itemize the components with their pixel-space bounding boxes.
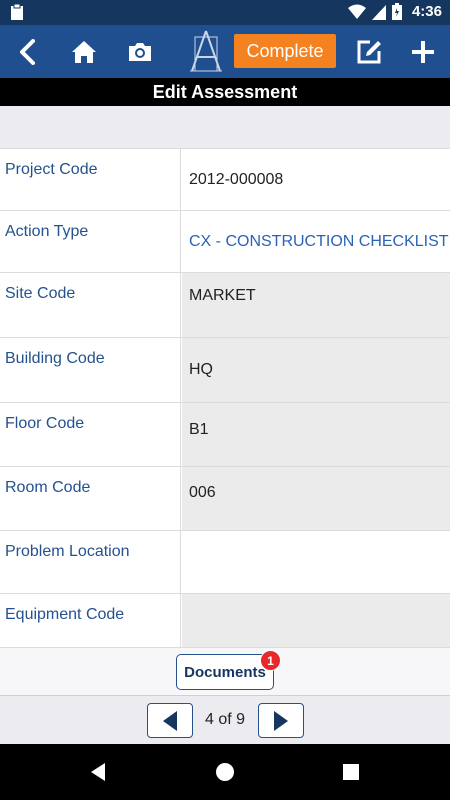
page-title: Edit Assessment: [0, 78, 450, 106]
app-logo: [186, 25, 226, 78]
triangle-right-icon: [274, 710, 288, 731]
field-label: Building Code: [0, 338, 181, 402]
nav-recents-icon: [343, 764, 359, 780]
back-button[interactable]: [8, 25, 48, 78]
nav-home-icon: [216, 763, 234, 781]
camera-icon: [129, 42, 151, 61]
next-page-button[interactable]: [258, 703, 304, 738]
previous-page-button[interactable]: [147, 703, 193, 738]
action-type-value[interactable]: CX - CONSTRUCTION CHECKLIST: [182, 211, 450, 272]
page-indicator: 4 of 9: [204, 711, 246, 728]
status-bar: 4:36: [0, 0, 450, 25]
documents-count-badge: 1: [260, 650, 281, 671]
triangle-left-icon: [163, 710, 177, 731]
site-code-value[interactable]: MARKET: [182, 273, 450, 337]
field-row-room-code: Room Code 006: [0, 467, 450, 531]
pager: 4 of 9: [0, 696, 450, 744]
problem-location-value[interactable]: [182, 531, 450, 593]
home-icon: [72, 40, 96, 63]
field-row-project-code: Project Code 2012-000008: [0, 149, 450, 211]
add-button[interactable]: [404, 25, 442, 78]
system-nav-bar: [0, 744, 450, 800]
complete-button[interactable]: Complete: [234, 34, 336, 68]
equipment-code-value[interactable]: [182, 594, 450, 647]
home-button[interactable]: [66, 25, 102, 78]
floor-code-value[interactable]: B1: [182, 403, 450, 466]
building-code-value[interactable]: HQ: [182, 338, 450, 402]
app-toolbar: Complete: [0, 25, 450, 78]
assessment-form: Project Code 2012-000008 Action Type CX …: [0, 149, 450, 647]
back-arrow-icon: [20, 38, 35, 65]
battery-icon: [391, 3, 402, 20]
system-home-button[interactable]: [211, 758, 239, 786]
field-label: Project Code: [0, 149, 181, 210]
signal-icon: [371, 4, 386, 20]
field-label: Action Type: [0, 211, 181, 272]
field-row-floor-code: Floor Code B1: [0, 403, 450, 467]
field-row-action-type: Action Type CX - CONSTRUCTION CHECKLIST: [0, 211, 450, 273]
documents-bar: Documents: [0, 647, 450, 696]
field-label: Problem Location: [0, 531, 181, 593]
field-label: Equipment Code: [0, 594, 181, 647]
camera-button[interactable]: [122, 25, 158, 78]
wifi-icon: [347, 4, 366, 19]
field-row-building-code: Building Code HQ: [0, 338, 450, 403]
field-label: Site Code: [0, 273, 181, 337]
system-recents-button[interactable]: [337, 758, 365, 786]
header-spacer: [0, 106, 450, 149]
field-row-site-code: Site Code MARKET: [0, 273, 450, 338]
nav-back-icon: [91, 763, 105, 781]
plus-icon: [412, 40, 434, 63]
system-back-button[interactable]: [84, 758, 112, 786]
room-code-value[interactable]: 006: [182, 467, 450, 530]
clipboard-icon: [11, 4, 23, 20]
edit-icon: [357, 40, 381, 63]
edit-button[interactable]: [350, 25, 388, 78]
clock: 4:36: [411, 3, 442, 20]
field-label: Room Code: [0, 467, 181, 530]
field-row-problem-location: Problem Location: [0, 531, 450, 594]
field-row-equipment-code: Equipment Code: [0, 594, 450, 647]
project-code-value[interactable]: 2012-000008: [182, 149, 450, 210]
app-logo-icon: [190, 30, 222, 71]
field-label: Floor Code: [0, 403, 181, 466]
